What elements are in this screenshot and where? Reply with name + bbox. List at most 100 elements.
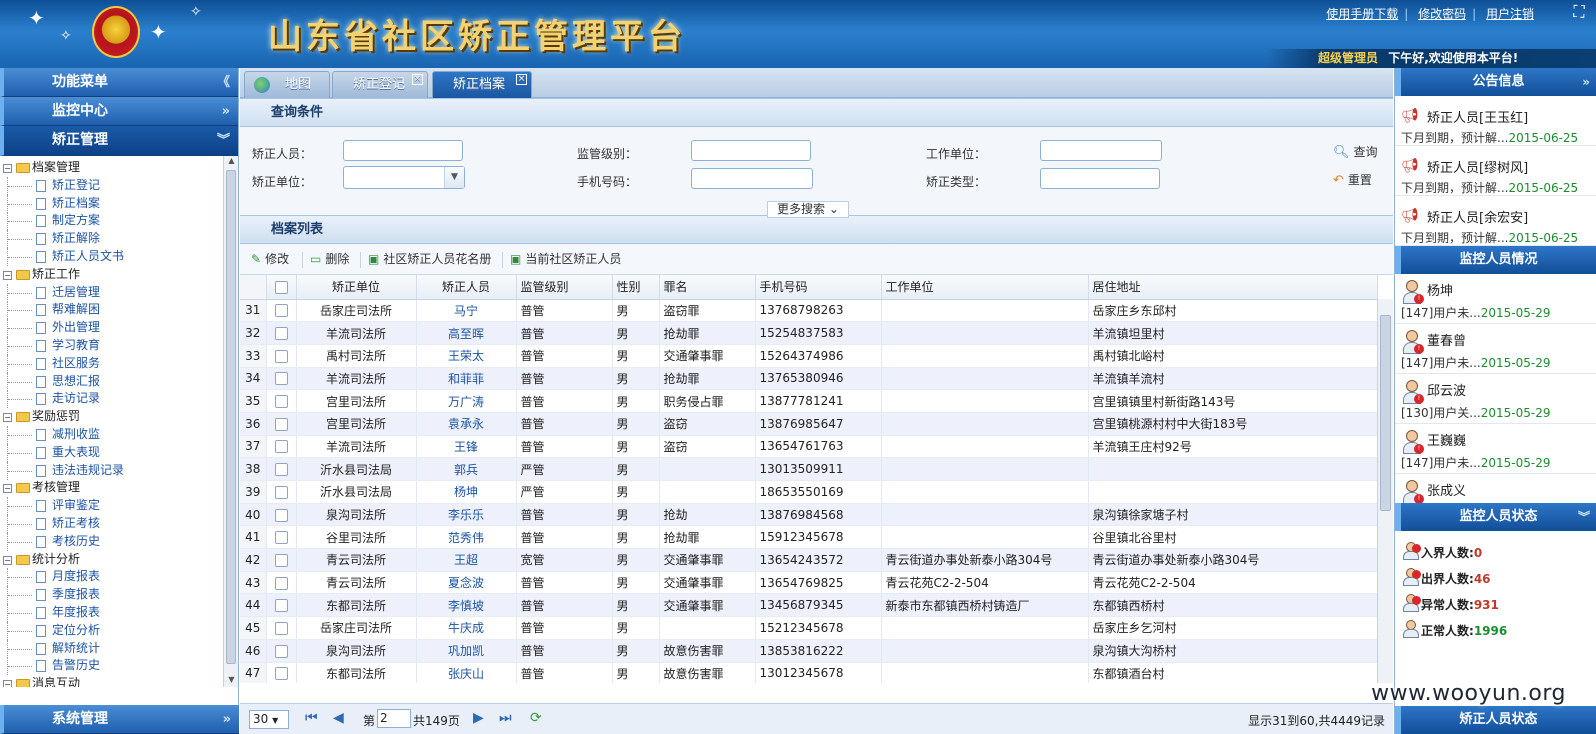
- col-address[interactable]: 居住地址: [1088, 275, 1378, 300]
- monitor-item[interactable]: !张成义[147]用户未...2015-05-29: [1395, 474, 1596, 503]
- correction-mgmt-bar[interactable]: 矫正管理 ︾: [0, 126, 238, 156]
- tree-leaf[interactable]: 告警历史: [0, 657, 222, 676]
- row-select[interactable]: [266, 503, 297, 527]
- cell-person-link[interactable]: 万广涛: [416, 389, 517, 413]
- tree-leaf[interactable]: 外出管理: [0, 319, 222, 338]
- notice-title-text[interactable]: 矫正人员[王玉红]: [1427, 107, 1528, 126]
- row-checkbox[interactable]: [274, 553, 288, 567]
- row-checkbox[interactable]: [274, 395, 288, 409]
- tree-group[interactable]: − 统计分析: [0, 551, 222, 569]
- page-number-input[interactable]: 2: [377, 709, 411, 728]
- tree-leaf[interactable]: 矫正人员文书: [0, 247, 222, 266]
- tree-leaf[interactable]: 矫正考核: [0, 514, 222, 533]
- notice-item[interactable]: 📢︎ 矫正人员[王玉红] 下月到期，预计解...2015-06-25: [1395, 96, 1596, 146]
- change-password-link[interactable]: 修改密码: [1418, 7, 1466, 21]
- tree-scrollbar[interactable]: ▲ ▼: [223, 156, 238, 687]
- col-select-all[interactable]: [266, 275, 297, 300]
- table-row[interactable]: 35 宫里司法所 万广涛 普管男职务侵占罪 13877781241 宫里镇镇里村新街路14…: [240, 389, 1378, 413]
- logout-link[interactable]: 用户注销: [1486, 7, 1534, 21]
- row-select[interactable]: [266, 435, 297, 459]
- collapse-toggle-icon[interactable]: −: [3, 413, 12, 423]
- monitor-person-name[interactable]: 杨坤: [1427, 280, 1453, 299]
- row-select[interactable]: [266, 480, 297, 504]
- row-select[interactable]: [266, 367, 297, 391]
- table-row[interactable]: 39 沂水县司法局 杨坤 严管男 18653550169: [240, 480, 1378, 504]
- row-select[interactable]: [266, 299, 297, 323]
- page-size-select[interactable]: 30 ▼: [249, 710, 289, 729]
- cell-person-link[interactable]: 范秀伟: [416, 525, 517, 550]
- tab-map[interactable]: 地图: [244, 71, 330, 98]
- row-select[interactable]: [266, 571, 297, 595]
- table-row[interactable]: 34 羊流司法所 和菲菲 普管男抢劫罪 13765380946 羊流镇羊流村: [240, 367, 1378, 391]
- cell-person-link[interactable]: 李慎坡: [416, 593, 517, 618]
- row-checkbox[interactable]: [274, 667, 288, 681]
- col-sex[interactable]: 性别: [612, 275, 660, 300]
- refresh-icon[interactable]: ⟳: [530, 710, 542, 726]
- prev-page-icon[interactable]: ◀︎: [333, 710, 344, 726]
- table-row[interactable]: 46 泉沟司法所 巩加凯 普管男故意伤害罪 13853816222 泉沟镇大沟桥村: [240, 639, 1378, 663]
- cell-person-link[interactable]: 王超: [416, 548, 517, 572]
- tree-group[interactable]: − 消息互动: [0, 675, 222, 687]
- collapse-toggle-icon[interactable]: −: [3, 270, 12, 280]
- roster-export-button[interactable]: ▣ 社区矫正人员花名册: [368, 244, 491, 275]
- notice-header[interactable]: 公告信息 »: [1395, 68, 1596, 96]
- tab-correction-archive[interactable]: 矫正档案 ×: [432, 71, 532, 98]
- row-select[interactable]: [266, 525, 297, 550]
- table-row[interactable]: 44 东都司法所 李慎坡 普管男交通肇事罪 13456879345 新泰市东都镇西桥村铸造…: [240, 593, 1378, 618]
- collapse-left-icon[interactable]: 《: [217, 68, 230, 97]
- tree-leaf[interactable]: 迁居管理: [0, 283, 222, 302]
- table-row[interactable]: 37 羊流司法所 王锋 普管男盗窃 13654761763 羊流镇王庄村92号: [240, 435, 1378, 459]
- status-row[interactable]: 正常人数:1996: [1395, 617, 1596, 643]
- tree-leaf[interactable]: 年度报表: [0, 603, 222, 622]
- row-checkbox[interactable]: [274, 485, 288, 499]
- table-row[interactable]: 47 东都司法所 张庆山 普管男故意伤害罪 13012345678 东都镇酒台村: [240, 662, 1378, 683]
- tree-leaf[interactable]: 定位分析: [0, 621, 222, 640]
- close-icon[interactable]: ×: [516, 74, 527, 85]
- notice-title-text[interactable]: 矫正人员[缪树风]: [1427, 157, 1528, 176]
- monitor-person-name[interactable]: 邱云波: [1427, 380, 1466, 399]
- tree-leaf[interactable]: 思想汇报: [0, 372, 222, 391]
- tree-leaf[interactable]: 帮难解困: [0, 301, 222, 320]
- notice-item[interactable]: 📢︎ 矫正人员[缪树风] 下月到期，预计解...2015-06-25: [1395, 146, 1596, 196]
- row-select[interactable]: [266, 593, 297, 618]
- cell-person-link[interactable]: 王荣太: [416, 344, 517, 368]
- cell-person-link[interactable]: 王锋: [416, 435, 517, 459]
- status-row[interactable]: 入界人数:0: [1395, 539, 1596, 565]
- person-input[interactable]: [343, 140, 463, 161]
- chevron-down-icon[interactable]: ▼: [444, 167, 464, 188]
- delete-button[interactable]: ▭ 删除: [310, 244, 349, 275]
- cell-person-link[interactable]: 夏念波: [416, 571, 517, 595]
- row-select[interactable]: [266, 457, 297, 481]
- table-row[interactable]: 42 青云司法所 王超 宽管男交通肇事罪 13654243572 青云街道办事处新泰小路3…: [240, 548, 1378, 572]
- grid-scroll-thumb[interactable]: [1380, 315, 1391, 511]
- tree-leaf[interactable]: 违法违规记录: [0, 461, 222, 480]
- cell-person-link[interactable]: 杨坤: [416, 480, 517, 504]
- row-select[interactable]: [266, 662, 297, 683]
- row-select[interactable]: [266, 412, 297, 436]
- monitor-item[interactable]: ! 杨坤 [147]用户未...2015-05-29: [1395, 274, 1596, 324]
- row-checkbox[interactable]: [274, 463, 288, 477]
- row-checkbox[interactable]: [274, 531, 288, 545]
- type-input[interactable]: [1040, 168, 1160, 189]
- tree-group[interactable]: − 矫正工作: [0, 266, 222, 284]
- tree-leaf[interactable]: 考核历史: [0, 532, 222, 551]
- system-mgmt-bar[interactable]: 系统管理 »: [0, 705, 239, 734]
- table-row[interactable]: 41 谷里司法所 范秀伟 普管男抢劫罪 15912345678 谷里镇北谷里村: [240, 525, 1378, 550]
- last-page-icon[interactable]: ⏭︎: [499, 710, 512, 726]
- row-select[interactable]: [266, 639, 297, 663]
- notice-title-text[interactable]: 矫正人员[余宏安]: [1427, 207, 1528, 226]
- table-row[interactable]: 36 宫里司法所 袁承永 普管男盗窃 13876985647 宫里镇桃源村村中大街183号: [240, 412, 1378, 436]
- phone-input[interactable]: [691, 168, 813, 189]
- row-select[interactable]: [266, 616, 297, 640]
- notice-item[interactable]: 📢︎ 矫正人员[余宏安] 下月到期，预计解...2015-06-25: [1395, 196, 1596, 246]
- tree-group[interactable]: − 考核管理: [0, 479, 222, 497]
- tree-leaf[interactable]: 月度报表: [0, 568, 222, 587]
- grid-scrollbar[interactable]: [1377, 299, 1393, 683]
- unit-select[interactable]: ▼: [343, 166, 465, 189]
- cell-person-link[interactable]: 马宁: [416, 299, 517, 323]
- status-row[interactable]: 出界人数:46: [1395, 565, 1596, 591]
- cell-person-link[interactable]: 巩加凯: [416, 639, 517, 663]
- col-unit[interactable]: 矫正单位: [296, 275, 417, 300]
- next-page-icon[interactable]: ▶︎: [473, 710, 484, 726]
- monitor-center-bar[interactable]: 监控中心 »: [0, 97, 238, 126]
